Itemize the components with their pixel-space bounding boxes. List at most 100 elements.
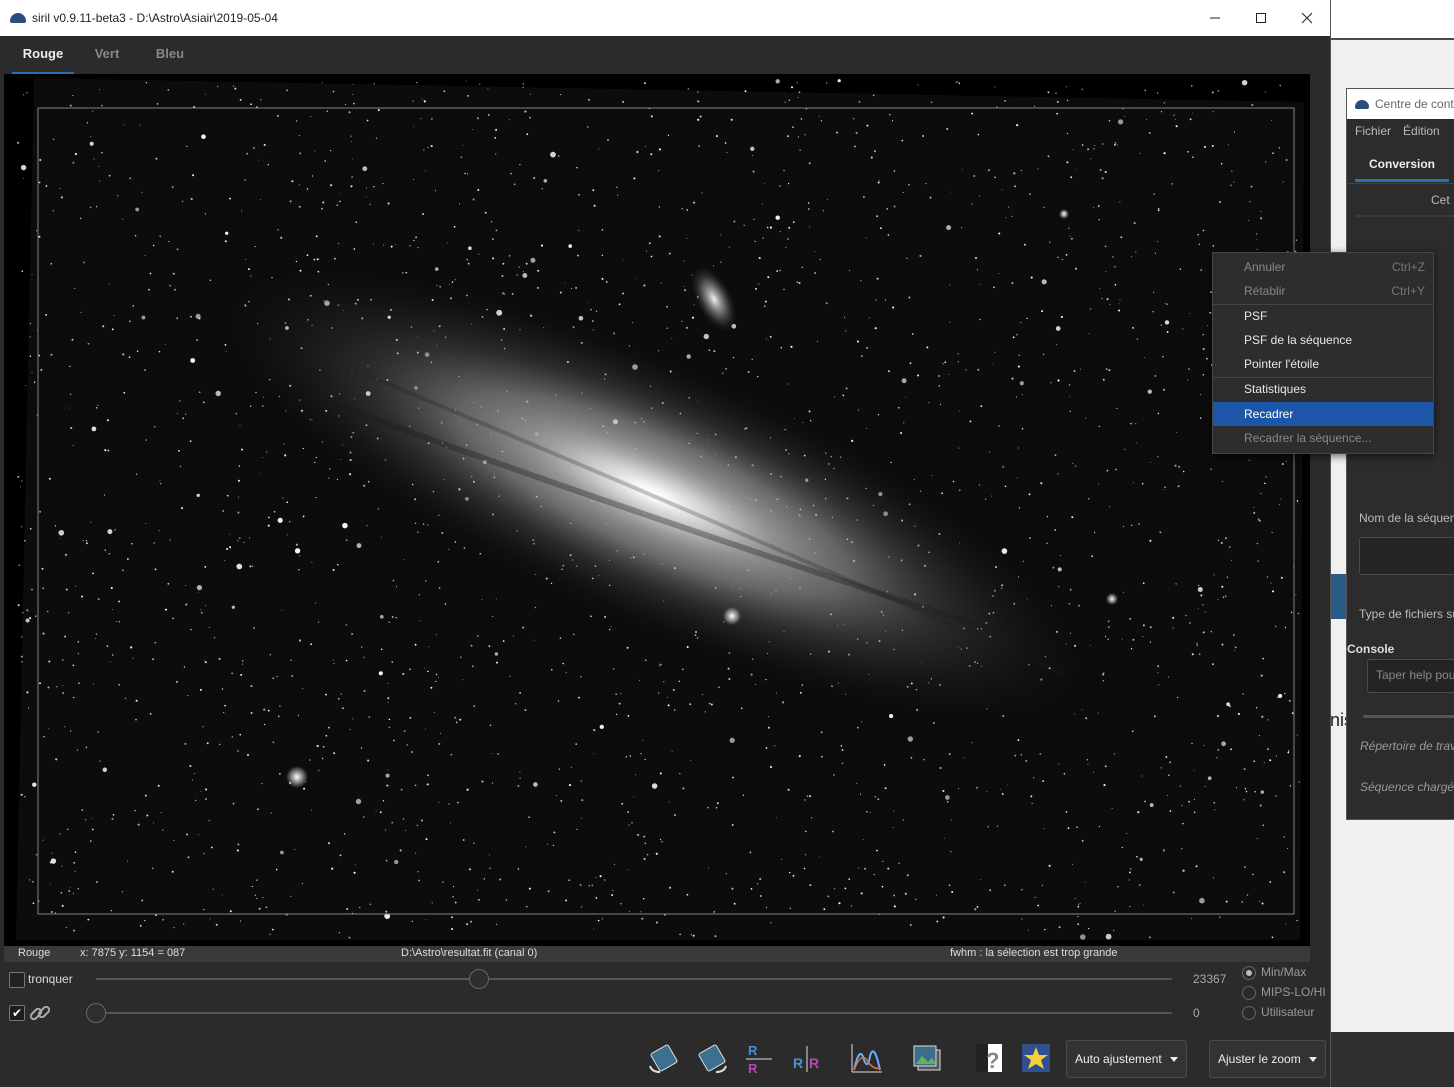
work-dir-label: Répertoire de trav	[1360, 739, 1454, 753]
bright-star	[1059, 209, 1069, 219]
star-annotation-button[interactable]	[1018, 1040, 1054, 1076]
link-icon	[28, 1002, 52, 1027]
menu-item-psf-sequence[interactable]: PSF de la séquence	[1213, 328, 1433, 352]
menu-item-statistiques[interactable]: Statistiques	[1213, 377, 1433, 401]
link-checkbox[interactable]: ✔	[9, 1005, 25, 1021]
menu-item-recadrer[interactable]: Recadrer	[1213, 402, 1433, 426]
bright-star	[286, 766, 308, 788]
menu-item-recadrer-sequence[interactable]: Recadrer la séquence...	[1213, 426, 1433, 450]
star-icon	[1022, 1044, 1050, 1072]
app-icon	[1355, 99, 1369, 109]
console-placeholder: Taper help pou	[1376, 668, 1454, 682]
menu-item-pointer-etoile[interactable]: Pointer l'étoile	[1213, 352, 1433, 376]
radio-mips-label: MIPS-LO/HI	[1261, 985, 1326, 999]
low-slider-track[interactable]	[96, 1012, 1172, 1014]
image-context-menu[interactable]: Annuler Ctrl+Z Rétablir Ctrl+Y PSF PSF de …	[1212, 252, 1434, 454]
high-slider-track[interactable]	[96, 978, 1172, 980]
photometry-button[interactable]: ?	[972, 1040, 1008, 1076]
file-type-label: Type de fichiers su	[1359, 607, 1454, 621]
radio-utilisateur-label: Utilisateur	[1261, 1005, 1315, 1019]
low-slider-handle[interactable]	[86, 1003, 106, 1023]
bright-star	[1106, 593, 1118, 605]
channel-tabbar: Rouge Vert Bleu	[0, 36, 1330, 75]
desktop-taskbar-fragment	[1330, 1032, 1454, 1087]
tronquer-checkbox[interactable]	[9, 972, 25, 988]
chevron-down-icon	[1308, 1056, 1317, 1062]
window-title: siril v0.9.11-beta3 - D:\Astro\Asiair\20…	[32, 11, 278, 25]
histogram-button[interactable]	[848, 1040, 884, 1076]
status-message: fwhm : la sélection est trop grande	[950, 947, 1118, 959]
chevron-down-icon	[1169, 1056, 1178, 1062]
high-slider-handle[interactable]	[469, 969, 489, 989]
status-bar: Rouge x: 7875 y: 1154 = 087 D:\Astro\res…	[4, 946, 1310, 962]
mirror-y-button[interactable]: RR	[790, 1040, 826, 1076]
menu-item-annuler[interactable]: Annuler Ctrl+Z	[1213, 255, 1433, 279]
svg-text:?: ?	[986, 1048, 999, 1073]
radio-minmax-label: Min/Max	[1261, 965, 1307, 979]
tab-bleu[interactable]: Bleu	[146, 36, 194, 72]
control-center-window[interactable]: Centre de cont Fichier Édition Conversio…	[1346, 88, 1454, 820]
tab-vert[interactable]: Vert	[84, 36, 130, 72]
image-sequence-button[interactable]	[908, 1040, 944, 1076]
divider	[1355, 215, 1454, 217]
close-icon	[1301, 12, 1313, 24]
desktop-divider	[1330, 38, 1454, 40]
rotate-left-icon	[649, 1044, 678, 1073]
siril-image-window[interactable]: siril v0.9.11-beta3 - D:\Astro\Asiair\20…	[0, 0, 1331, 1087]
menu-item-retablir[interactable]: Rétablir Ctrl+Y	[1213, 279, 1433, 303]
console-label: Console	[1347, 642, 1395, 656]
radio-mips[interactable]	[1242, 986, 1256, 1000]
tab-conversion[interactable]: Conversion	[1355, 149, 1450, 182]
zoom-fit-label: Ajuster le zoom	[1218, 1052, 1301, 1066]
desktop-background	[1330, 0, 1454, 38]
control-center-titlebar[interactable]: Centre de cont	[1347, 89, 1454, 119]
radio-utilisateur[interactable]	[1242, 1006, 1256, 1020]
bright-star	[723, 607, 741, 625]
window-titlebar[interactable]: siril v0.9.11-beta3 - D:\Astro\Asiair\20…	[0, 0, 1330, 36]
console-input[interactable]: Taper help pou	[1367, 659, 1454, 693]
mirror-x-icon: RR	[746, 1043, 772, 1076]
status-coordinates: x: 7875 y: 1154 = 087	[80, 947, 186, 959]
siril-app-icon	[10, 13, 26, 23]
image-viewport[interactable]	[4, 74, 1310, 946]
maximize-button[interactable]	[1238, 0, 1284, 36]
auto-adjust-dropdown[interactable]: Auto ajustement	[1066, 1040, 1187, 1078]
svg-text:R: R	[748, 1043, 758, 1058]
auto-adjust-label: Auto ajustement	[1075, 1052, 1162, 1066]
mirror-x-button[interactable]: RR	[742, 1040, 778, 1076]
tab-rouge[interactable]: Rouge	[12, 36, 74, 75]
maximize-icon	[1256, 13, 1266, 23]
high-slider-value: 23367	[1193, 972, 1227, 986]
minimize-button[interactable]	[1192, 0, 1238, 36]
menu-edition[interactable]: Édition	[1403, 124, 1440, 138]
sequence-name-label: Nom de la séquen	[1359, 511, 1454, 525]
zoom-fit-dropdown[interactable]: Ajuster le zoom	[1209, 1040, 1326, 1078]
radio-minmax[interactable]	[1242, 966, 1256, 980]
histogram-icon	[851, 1044, 882, 1073]
minimize-icon	[1210, 17, 1220, 19]
sequence-name-input[interactable]	[1359, 537, 1454, 575]
desktop-panel-edge	[1330, 574, 1346, 619]
control-center-title: Centre de cont	[1375, 97, 1454, 111]
menu-fichier[interactable]: Fichier	[1355, 124, 1391, 138]
rotate-right-icon	[698, 1044, 727, 1073]
tronquer-label: tronquer	[28, 972, 73, 986]
close-button[interactable]	[1284, 0, 1330, 36]
rotate-right-button[interactable]	[694, 1040, 730, 1076]
status-channel: Rouge	[18, 947, 51, 959]
astro-image[interactable]	[4, 74, 1310, 946]
control-center-tabbar: Conversion	[1347, 143, 1454, 184]
photometry-icon: ?	[976, 1044, 1002, 1073]
svg-text:R: R	[748, 1061, 758, 1076]
svg-text:R: R	[809, 1055, 819, 1071]
control-center-menubar: Fichier Édition	[1347, 119, 1454, 143]
mirror-y-icon: RR	[793, 1046, 819, 1072]
separator	[1363, 715, 1454, 718]
rotate-left-button[interactable]	[646, 1040, 682, 1076]
menu-item-psf[interactable]: PSF	[1213, 304, 1433, 328]
description-text: Cet	[1431, 193, 1450, 207]
loaded-sequence-label: Séquence chargée	[1360, 780, 1454, 794]
svg-text:R: R	[793, 1055, 803, 1071]
status-file: D:\Astro\resultat.fit (canal 0)	[401, 947, 538, 959]
low-slider-value: 0	[1193, 1006, 1200, 1020]
